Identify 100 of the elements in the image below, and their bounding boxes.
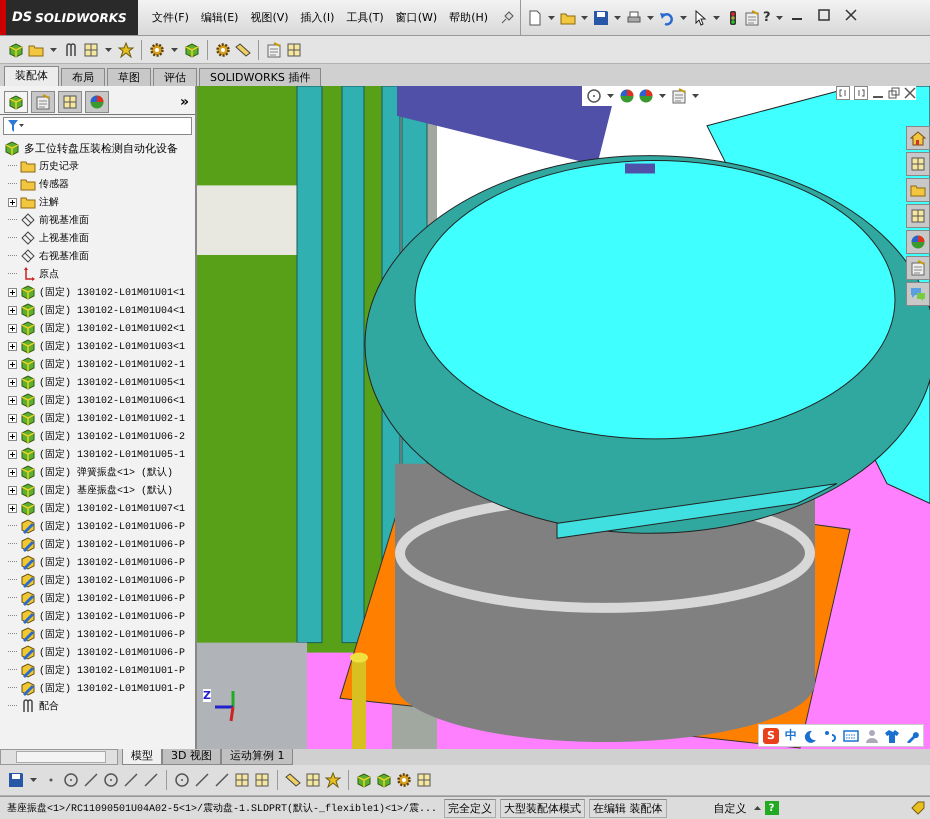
tree-item[interactable]: (固定) 130102-L01M01U02-1 <box>39 411 186 425</box>
expand-icon[interactable] <box>8 288 17 296</box>
menu-item[interactable]: 工具(T) <box>346 10 384 25</box>
tree-item[interactable]: 右视基准面 <box>39 249 89 263</box>
cube-icon[interactable] <box>8 42 24 58</box>
tree-item[interactable]: (固定) 130102-L01M01U02-1 <box>39 357 186 371</box>
units-selector[interactable]: 自定义 <box>710 800 750 816</box>
panel-tab[interactable] <box>4 91 28 113</box>
menu-item[interactable]: 文件(F) <box>152 10 189 25</box>
tree-item[interactable]: (固定) 130102-L01M01U06-P <box>39 591 186 605</box>
tag-icon[interactable] <box>910 800 926 816</box>
tree-item[interactable]: (固定) 130102-L01M01U06-P <box>39 609 186 623</box>
cube-icon[interactable] <box>376 772 392 788</box>
expand-icon[interactable] <box>8 468 17 476</box>
scene-icon[interactable] <box>638 88 654 104</box>
caret-icon[interactable] <box>548 16 556 20</box>
command-tab[interactable]: 草图 <box>107 68 151 86</box>
filter-field[interactable] <box>3 117 192 135</box>
caret-icon[interactable] <box>171 48 178 52</box>
tree-item[interactable]: (固定) 130102-L01M01U01-P <box>39 681 186 695</box>
caret-icon[interactable] <box>50 48 57 52</box>
task-pane-button[interactable] <box>906 152 930 176</box>
tree-item[interactable]: 多工位转盘压装检测自动化设备 <box>24 140 178 156</box>
gear-icon[interactable] <box>149 42 165 58</box>
command-tab[interactable]: 布局 <box>61 68 105 86</box>
gear-icon[interactable] <box>396 772 412 788</box>
command-tab[interactable]: 装配体 <box>4 66 59 86</box>
caret-icon[interactable] <box>30 778 37 782</box>
caret-icon[interactable] <box>614 16 622 20</box>
tree-item[interactable]: 原点 <box>39 267 59 281</box>
menu-item[interactable]: 插入(I) <box>300 10 334 25</box>
command-tab[interactable]: 评估 <box>153 68 197 86</box>
caret-icon[interactable] <box>659 94 666 98</box>
task-pane-button[interactable] <box>906 256 930 280</box>
help-button[interactable]: ? <box>763 10 771 25</box>
tree-item[interactable]: (固定) 基座振盘<1> (默认) <box>39 483 174 497</box>
expand-icon[interactable] <box>8 504 17 512</box>
tree-item[interactable]: (固定) 130102-L01M01U06-P <box>39 627 186 641</box>
tree-item[interactable]: (固定) 130102-L01M01U06<1 <box>39 393 186 407</box>
ime-mode-button[interactable]: 中 <box>785 727 797 744</box>
line-icon[interactable] <box>83 772 99 788</box>
clipboard-icon[interactable] <box>266 42 282 58</box>
expand-icon[interactable] <box>8 378 17 386</box>
view-tab[interactable]: 模型 <box>122 749 162 765</box>
document-icon[interactable] <box>527 10 544 26</box>
tree-item[interactable]: 配合 <box>39 699 59 713</box>
tree-item[interactable]: (固定) 130102-L01M01U03<1 <box>39 339 186 353</box>
pushpin-icon[interactable] <box>500 10 514 24</box>
tree-item[interactable]: (固定) 130102-L01M01U01<1 <box>39 285 186 299</box>
task-pane-button[interactable] <box>906 230 930 254</box>
panel-tab[interactable] <box>85 91 109 113</box>
tree-item[interactable]: (固定) 130102-L01M01U05-1 <box>39 447 186 461</box>
caret-icon[interactable] <box>581 16 588 20</box>
caret-icon[interactable] <box>680 16 688 20</box>
expand-icon[interactable] <box>8 306 17 314</box>
ruler-icon[interactable] <box>235 42 251 58</box>
caret-icon[interactable] <box>105 48 112 52</box>
command-tab[interactable]: SOLIDWORKS 插件 <box>199 68 322 86</box>
line-icon[interactable] <box>214 772 230 788</box>
expand-icon[interactable] <box>8 198 17 206</box>
keyboard-icon[interactable] <box>843 730 859 742</box>
expand-icon[interactable] <box>8 450 17 458</box>
cube-icon[interactable] <box>356 772 372 788</box>
tree-item[interactable]: (固定) 130102-L01M01U06-P <box>39 573 186 587</box>
caret-icon[interactable] <box>776 16 783 20</box>
tree-item[interactable]: (固定) 130102-L01M01U07<1 <box>39 501 186 515</box>
ruler-icon[interactable] <box>285 772 301 788</box>
split-left-button[interactable] <box>836 86 850 100</box>
panel-tab[interactable] <box>31 91 55 113</box>
circle-icon[interactable] <box>103 772 119 788</box>
view-tab[interactable]: 3D 视图 <box>162 749 221 765</box>
expand-panel-button[interactable]: » <box>180 94 189 110</box>
expand-icon[interactable] <box>8 360 17 368</box>
moon-icon[interactable] <box>803 728 817 742</box>
caret-icon[interactable] <box>647 16 654 20</box>
clipboard-icon[interactable] <box>744 10 760 26</box>
tree-item[interactable]: (固定) 130102-L01M01U06-P <box>39 645 186 659</box>
tree-item[interactable]: (固定) 130102-L01M01U04<1 <box>39 303 186 317</box>
tree-item[interactable]: 历史记录 <box>39 159 79 173</box>
star-icon[interactable] <box>118 42 134 58</box>
menu-item[interactable]: 窗口(W) <box>396 10 438 25</box>
grid-icon[interactable] <box>83 42 99 58</box>
menu-item[interactable]: 编辑(E) <box>200 10 238 25</box>
close-button[interactable] <box>904 87 916 99</box>
restore-button[interactable] <box>888 87 900 99</box>
caret-icon[interactable] <box>754 806 761 810</box>
shirt-icon[interactable] <box>885 728 899 742</box>
task-pane-button[interactable] <box>906 204 930 228</box>
task-pane-button[interactable] <box>906 126 930 150</box>
tree-item[interactable]: (固定) 130102-L01M01U06-P <box>39 537 186 551</box>
line-icon[interactable] <box>194 772 210 788</box>
punctuation-icon[interactable] <box>823 728 837 742</box>
tree-item[interactable]: (固定) 130102-L01M01U05<1 <box>39 375 186 389</box>
expand-icon[interactable] <box>8 486 17 494</box>
color-ball-icon[interactable] <box>619 88 635 104</box>
expand-icon[interactable] <box>8 342 17 350</box>
task-pane-button[interactable] <box>906 178 930 202</box>
grid-icon[interactable] <box>305 772 321 788</box>
tree-item[interactable]: (固定) 130102-L01M01U06-2 <box>39 429 186 443</box>
ime-logo[interactable]: S <box>763 728 779 744</box>
